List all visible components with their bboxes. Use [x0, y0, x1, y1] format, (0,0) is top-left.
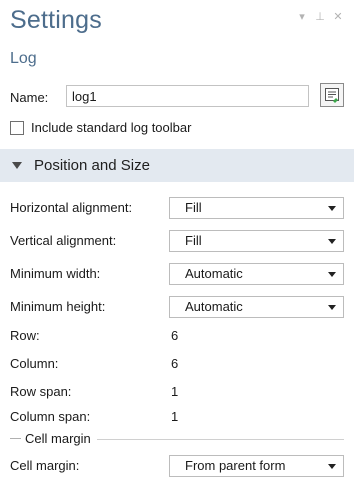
minimum-height-row: Minimum height: Automatic	[0, 294, 354, 320]
minimum-height-value: Automatic	[185, 299, 243, 314]
cell-margin-group-header: Cell margin	[10, 431, 97, 446]
vertical-alignment-row: Vertical alignment: Fill	[0, 228, 354, 254]
horizontal-alignment-row: Horizontal alignment: Fill	[0, 195, 354, 221]
name-label: Name:	[10, 90, 49, 105]
minimum-width-value: Automatic	[185, 266, 243, 281]
panel-title: Settings	[10, 6, 102, 34]
section-position-and-size[interactable]: Position and Size	[0, 149, 354, 182]
close-icon[interactable]: ✕	[332, 10, 344, 24]
pin-icon[interactable]: ⊥	[314, 10, 326, 24]
horizontal-alignment-select[interactable]: Fill	[169, 197, 344, 219]
group-dash	[10, 438, 21, 439]
horizontal-alignment-value: Fill	[185, 200, 202, 215]
column-row: Column: 6	[0, 351, 354, 377]
cell-margin-row: Cell margin: From parent form	[0, 453, 354, 479]
cell-margin-value: From parent form	[185, 458, 286, 473]
vertical-alignment-select[interactable]: Fill	[169, 230, 344, 252]
vertical-alignment-label: Vertical alignment:	[10, 233, 117, 248]
minimum-height-select[interactable]: Automatic	[169, 296, 344, 318]
row-row: Row: 6	[0, 323, 354, 349]
vertical-alignment-value: Fill	[185, 233, 202, 248]
column-value: 6	[171, 356, 179, 371]
name-input[interactable]	[66, 85, 309, 107]
row-label: Row:	[10, 328, 40, 343]
minimum-height-label: Minimum height:	[10, 299, 106, 314]
row-span-label: Row span:	[10, 384, 72, 399]
column-span-row: Column span: 1	[0, 404, 354, 430]
edit-name-icon	[325, 88, 339, 103]
dropdown-arrow-icon	[328, 464, 336, 469]
settings-panel: Settings ▾ ⊥ ✕ Log Name: Include standar…	[0, 0, 354, 486]
include-toolbar-checkbox[interactable]	[10, 120, 24, 135]
minimum-width-row: Minimum width: Automatic	[0, 261, 354, 287]
chevron-down-icon[interactable]: ▾	[296, 10, 308, 24]
row-span-value: 1	[171, 384, 179, 399]
cell-margin-select[interactable]: From parent form	[169, 455, 344, 477]
dropdown-arrow-icon	[328, 272, 336, 277]
minimum-width-label: Minimum width:	[10, 266, 101, 281]
minimum-width-select[interactable]: Automatic	[169, 263, 344, 285]
column-label: Column:	[10, 356, 59, 371]
row-span-row: Row span: 1	[0, 379, 354, 405]
cell-margin-label: Cell margin:	[10, 458, 80, 473]
row-value: 6	[171, 328, 179, 343]
column-span-label: Column span:	[10, 409, 91, 424]
expand-triangle-icon	[12, 162, 22, 169]
column-span-value: 1	[171, 409, 179, 424]
dropdown-arrow-icon	[328, 305, 336, 310]
include-toolbar-label: Include standard log toolbar	[31, 120, 192, 135]
node-type-label: Log	[10, 50, 37, 67]
cell-margin-group-label: Cell margin	[25, 431, 91, 446]
horizontal-alignment-label: Horizontal alignment:	[10, 200, 133, 215]
window-controls: ▾ ⊥ ✕	[296, 10, 344, 24]
edit-name-button[interactable]	[320, 83, 344, 107]
dropdown-arrow-icon	[328, 206, 336, 211]
section-title: Position and Size	[34, 157, 150, 174]
include-toolbar-option[interactable]: Include standard log toolbar	[10, 120, 191, 135]
dropdown-arrow-icon	[328, 239, 336, 244]
